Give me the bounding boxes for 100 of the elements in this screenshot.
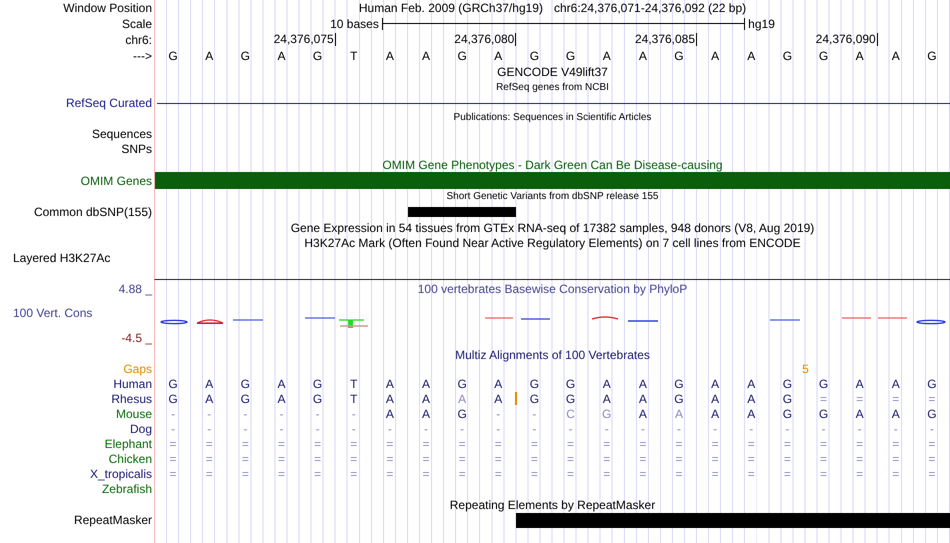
aligned-base: G: [818, 376, 828, 390]
aligned-base: A: [638, 406, 647, 420]
aligned-base: A: [386, 406, 394, 420]
aligned-base: =: [892, 436, 900, 450]
track-subtitle: Short Genetic Variants from dbSNP release 155: [446, 190, 658, 204]
aligned-base: G: [312, 392, 322, 406]
aligned-base: =: [603, 452, 610, 466]
aligned-base: -: [858, 422, 862, 436]
aligned-base: =: [748, 452, 755, 466]
aligned-base: =: [820, 452, 828, 466]
aligned-base: =: [892, 452, 900, 466]
aligned-base: -: [424, 422, 428, 436]
track-label[interactable]: --->: [133, 49, 152, 63]
aligned-base: A: [856, 376, 864, 390]
aligned-base: =: [712, 452, 719, 466]
track-label[interactable]: Common dbSNP(155): [34, 205, 152, 219]
aligned-base: A: [711, 376, 720, 390]
aligned-base: =: [928, 452, 936, 466]
base-letter: G: [457, 49, 467, 63]
species-label[interactable]: Human: [113, 376, 152, 390]
aligned-base: G: [782, 392, 792, 406]
aligned-base: A: [638, 392, 647, 406]
aligned-base: A: [422, 406, 430, 420]
aligned-base: A: [711, 392, 720, 406]
aligned-base: -: [532, 422, 536, 436]
base-letter: G: [782, 49, 792, 63]
base-letter: G: [927, 49, 937, 63]
aligned-base: -: [713, 422, 718, 436]
aligned-base: A: [892, 406, 900, 420]
aligned-base: =: [386, 436, 394, 450]
aligned-base: =: [820, 392, 828, 406]
species-label[interactable]: Mouse: [116, 406, 152, 420]
aligned-base: -: [894, 422, 898, 436]
aligned-base: -: [279, 406, 284, 420]
base-letter: G: [530, 49, 540, 63]
aligned-base: -: [749, 422, 754, 436]
aligned-base: G: [168, 392, 178, 406]
aligned-base: -: [352, 422, 356, 436]
aligned-base: -: [388, 422, 392, 436]
aligned-base: A: [747, 392, 756, 406]
base-letter: A: [494, 49, 502, 63]
species-label[interactable]: Dog: [130, 422, 152, 436]
aligned-base: =: [278, 466, 285, 480]
track-label[interactable]: RepeatMasker: [74, 513, 152, 527]
species-label[interactable]: X_tropicalis: [90, 466, 152, 480]
track-label[interactable]: chr6:: [125, 33, 152, 47]
gap-count: 5: [802, 362, 809, 376]
base-letter: A: [638, 49, 647, 63]
aligned-base: A: [674, 406, 683, 420]
aligned-base: =: [856, 466, 864, 480]
aligned-base: -: [930, 422, 934, 436]
aligned-base: T: [350, 376, 358, 390]
track-label[interactable]: Scale: [122, 17, 152, 31]
aligned-base: A: [386, 392, 394, 406]
aligned-base: A: [602, 392, 611, 406]
track-title: GENCODE V49lift37: [497, 65, 608, 79]
base-letter: A: [386, 49, 394, 63]
base-letter: A: [747, 49, 756, 63]
aligned-base: G: [818, 406, 828, 420]
species-label[interactable]: Rhesus: [111, 392, 152, 406]
aligned-base: A: [638, 376, 647, 390]
insertion-mark: [515, 392, 518, 405]
aligned-base: =: [567, 466, 574, 480]
aligned-base: =: [386, 466, 394, 480]
track-label[interactable]: Layered H3K27Ac: [13, 250, 110, 264]
base-letter: A: [856, 49, 864, 63]
track-subtitle: Publications: Sequences in Scientific Articles: [454, 111, 652, 125]
aligned-base: -: [676, 422, 681, 436]
track-label[interactable]: Window Position: [63, 1, 152, 15]
species-label[interactable]: Zebrafish: [102, 482, 152, 496]
base-letter: A: [602, 49, 611, 63]
ruler-tick: 24,376,080: [454, 32, 516, 46]
aligned-base: =: [458, 452, 466, 466]
aligned-base: =: [170, 452, 177, 466]
aligned-base: -: [316, 422, 320, 436]
aligned-base: =: [422, 466, 430, 480]
track-label[interactable]: SNPs: [121, 142, 152, 156]
aligned-base: =: [422, 452, 430, 466]
aligned-base: A: [277, 392, 286, 406]
aligned-base: A: [711, 406, 720, 420]
track-label[interactable]: 100 Vert. Cons: [13, 306, 92, 320]
base-letter: A: [205, 49, 214, 63]
position-text: chr6:24,376,071-24,376,092 (22 bp): [554, 1, 746, 15]
aligned-base: A: [205, 392, 214, 406]
species-label[interactable]: Elephant: [104, 436, 152, 450]
base-letter: A: [711, 49, 720, 63]
track-title: Multiz Alignments of 100 Vertebrates: [455, 348, 650, 362]
aligned-base: -: [316, 406, 320, 420]
track-label[interactable]: RefSeq Curated: [66, 96, 152, 110]
aligned-base: C: [566, 406, 575, 420]
track-label[interactable]: Sequences: [92, 126, 152, 140]
aligned-base: =: [350, 466, 358, 480]
aligned-base: =: [458, 436, 466, 450]
species-label[interactable]: Chicken: [108, 452, 152, 466]
aligned-base: =: [170, 466, 177, 480]
feature-bar[interactable]: [516, 512, 950, 528]
aligned-base: G: [927, 376, 937, 390]
aligned-base: =: [892, 392, 900, 406]
track-label[interactable]: OMIM Genes: [80, 174, 152, 188]
aligned-base: -: [460, 422, 464, 436]
